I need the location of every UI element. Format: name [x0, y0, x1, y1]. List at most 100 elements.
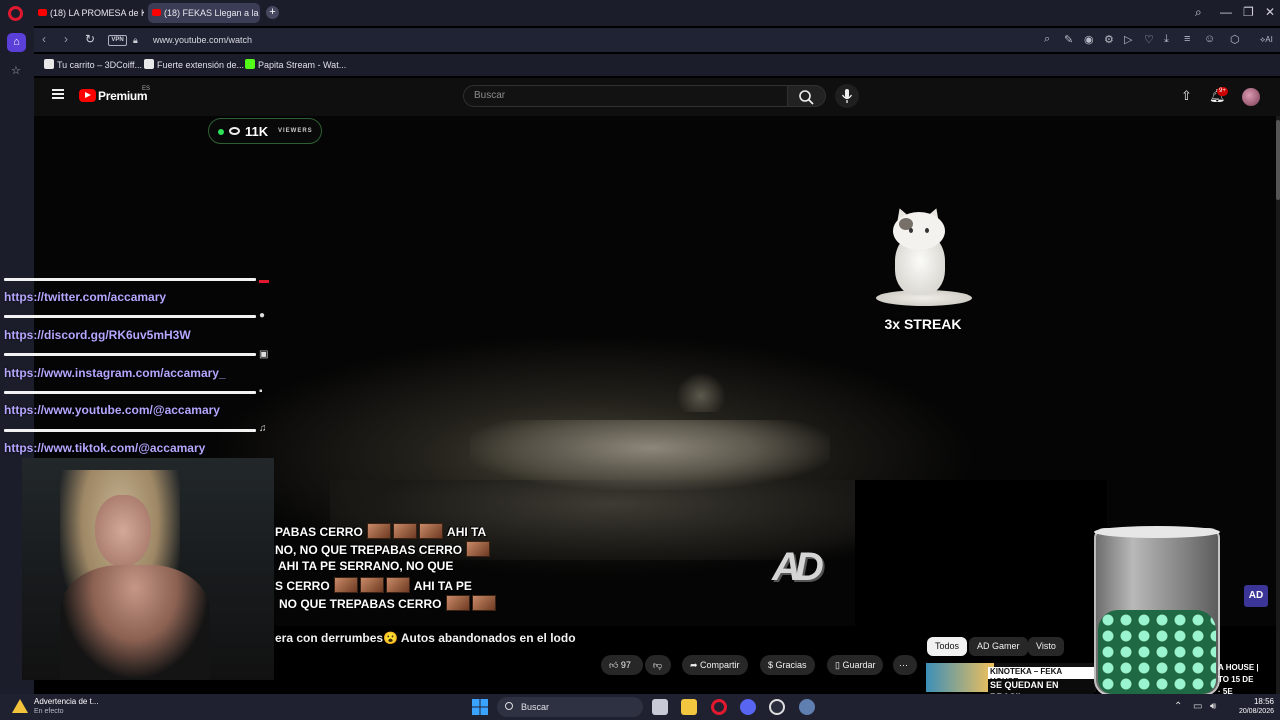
thumbs-up-icon: 👍︎ — [609, 660, 621, 670]
youtube-premium-logo[interactable]: Premium — [98, 89, 148, 103]
edit-icon[interactable]: ✎ — [1064, 33, 1073, 46]
bookmark-1[interactable]: Tu carrito – 3DCoiff... — [44, 59, 142, 70]
forward-icon[interactable]: › — [64, 32, 68, 46]
chip-todos[interactable]: Todos — [927, 637, 968, 656]
extension-icon[interactable]: ⬡ — [1230, 33, 1240, 46]
spam-text: AHI TA PE SERRANO, NO QUE — [278, 559, 454, 573]
more-icon: ⋯ — [899, 660, 908, 670]
upload-icon[interactable]: ⇧ — [1181, 88, 1192, 104]
video-mud-mound — [470, 420, 830, 490]
settings-icon[interactable]: ⚙ — [1104, 33, 1114, 46]
like-button[interactable]: 👍︎ 97 — [601, 655, 643, 675]
search-button[interactable] — [788, 85, 826, 107]
emote-icon — [386, 577, 411, 593]
youtube-link[interactable]: https://www.youtube.com/@accamary — [4, 403, 220, 417]
reload-icon[interactable]: ↻ — [85, 32, 95, 46]
file-explorer-icon[interactable] — [681, 699, 697, 715]
viewer-count: 11K — [245, 124, 269, 139]
ai-button[interactable]: ⟡AI — [1260, 35, 1273, 45]
live-dot-icon — [218, 129, 224, 135]
tab-label: (18) LA PROMESA de King — [50, 8, 144, 18]
vpn-badge[interactable]: VPN — [108, 35, 127, 46]
spam-text: AHI TA — [447, 525, 487, 539]
app-icon[interactable] — [769, 699, 785, 715]
chat-spam-line: AHI TA PE SERRANO, NO QUE — [278, 559, 453, 573]
download-icon[interactable]: ⤓ — [1164, 33, 1169, 46]
camera-icon[interactable]: ◉ — [1084, 33, 1094, 46]
twitter-link[interactable]: https://twitter.com/accamary — [4, 290, 166, 304]
task-view-icon[interactable] — [652, 699, 668, 715]
thanks-button[interactable]: $ Gracias — [760, 655, 815, 675]
viewer-count-badge: 11K VIEWERS — [208, 118, 322, 144]
share-icon: ➦ — [690, 660, 701, 670]
taskbar-search[interactable]: Buscar — [497, 697, 643, 717]
search-tabs-icon[interactable]: ⌕ — [1195, 5, 1202, 20]
bookmark-3[interactable]: Papita Stream - Wat... — [245, 59, 346, 70]
chip-ad-gamer[interactable]: AD Gamer — [969, 637, 1028, 656]
chip-visto[interactable]: Visto — [1028, 637, 1064, 656]
instagram-link[interactable]: https://www.instagram.com/accamary_ — [4, 366, 226, 380]
more-actions-button[interactable]: ⋯ — [893, 655, 917, 675]
browser-tab-1[interactable]: (18) LA PROMESA de King — [34, 3, 144, 23]
new-tab-button[interactable]: + — [266, 6, 279, 19]
opera-taskbar-icon[interactable] — [711, 699, 727, 715]
browser-tab-2[interactable]: (18) FEKAS Llegan a la — [148, 3, 260, 23]
opera-logo-icon[interactable] — [8, 6, 23, 21]
search-icon — [799, 90, 814, 105]
youtube-logo-icon[interactable] — [79, 89, 96, 102]
camera-icon: ▣ — [259, 349, 269, 360]
account-avatar[interactable] — [1242, 88, 1260, 106]
cat-eye — [909, 228, 913, 233]
page-scrollbar[interactable] — [1276, 116, 1280, 694]
volume-icon[interactable]: 🔊︎ — [1210, 701, 1216, 712]
channel-badge-icon[interactable]: AD — [1244, 585, 1268, 607]
users-icon: ▪ — [259, 386, 263, 397]
url-field[interactable]: www.youtube.com/watch — [153, 35, 252, 45]
home-icon[interactable]: ⌂ — [7, 33, 26, 52]
thanks-label: Gracias — [775, 660, 807, 670]
settings-gear-icon[interactable] — [799, 699, 815, 715]
star-icon[interactable]: ☆ — [11, 64, 21, 77]
lock-icon[interactable]: 🔒︎ — [133, 35, 138, 46]
minimize-button[interactable]: — — [1220, 5, 1232, 19]
viewer-label: VIEWERS — [278, 128, 313, 134]
dislike-button[interactable]: 👎︎ — [645, 655, 671, 675]
voice-search-button[interactable] — [835, 84, 859, 108]
tray-chevron-icon[interactable]: ⌃ — [1174, 701, 1182, 712]
streak-label: 3x STREAK — [884, 316, 962, 332]
clock-time[interactable]: 18:56 — [1230, 697, 1274, 706]
save-button[interactable]: ▯ Guardar — [827, 655, 884, 675]
menu-icon[interactable]: ≡ — [1184, 33, 1190, 45]
warning-icon[interactable] — [12, 699, 28, 713]
start-windows-icon[interactable] — [472, 699, 488, 715]
chat-bubble-icon: ● — [259, 310, 266, 321]
link-divider — [4, 278, 256, 281]
spam-text: NO QUE TREPABAS CERRO — [279, 597, 442, 611]
bookmark-label: Papita Stream - Wat... — [258, 60, 347, 70]
bookmark-2[interactable]: Fuerte extensión de... — [144, 59, 244, 70]
heart-icon[interactable]: ♡ — [1144, 33, 1154, 46]
share-label: Compartir — [700, 660, 740, 670]
recommended-title-line2[interactable]: TO 15 DE — [1218, 675, 1253, 684]
search-icon — [505, 702, 513, 710]
scrollbar-thumb[interactable] — [1276, 120, 1280, 200]
close-window-button[interactable]: ✕ — [1265, 5, 1275, 19]
tiktok-link[interactable]: https://www.tiktok.com/@accamary — [4, 441, 205, 455]
recommended-title-line1[interactable]: A HOUSE | — [1218, 663, 1259, 672]
network-icon[interactable]: ▭ — [1193, 701, 1202, 712]
play-icon[interactable]: ▷ — [1124, 33, 1132, 46]
notice-title[interactable]: Advertencia de t... — [34, 697, 98, 706]
discord-icon[interactable] — [740, 699, 756, 715]
search-input[interactable]: Buscar — [463, 85, 788, 107]
profile-icon[interactable]: ☺ — [1204, 33, 1215, 45]
back-icon[interactable]: ‹ — [42, 32, 46, 46]
save-label: Guardar — [842, 660, 876, 670]
restore-button[interactable]: ❐ — [1243, 5, 1254, 19]
clock-date[interactable]: 20/08/2026 — [1222, 708, 1274, 715]
video-black-overlay — [855, 480, 1107, 626]
gem-jar-rim — [1094, 526, 1220, 538]
search-page-icon[interactable]: ⌕ — [1044, 33, 1050, 46]
discord-link[interactable]: https://discord.gg/RK6uv5mH3W — [4, 328, 191, 342]
hamburger-menu-icon[interactable] — [52, 89, 64, 99]
share-button[interactable]: ➦ Compartir — [682, 655, 748, 675]
